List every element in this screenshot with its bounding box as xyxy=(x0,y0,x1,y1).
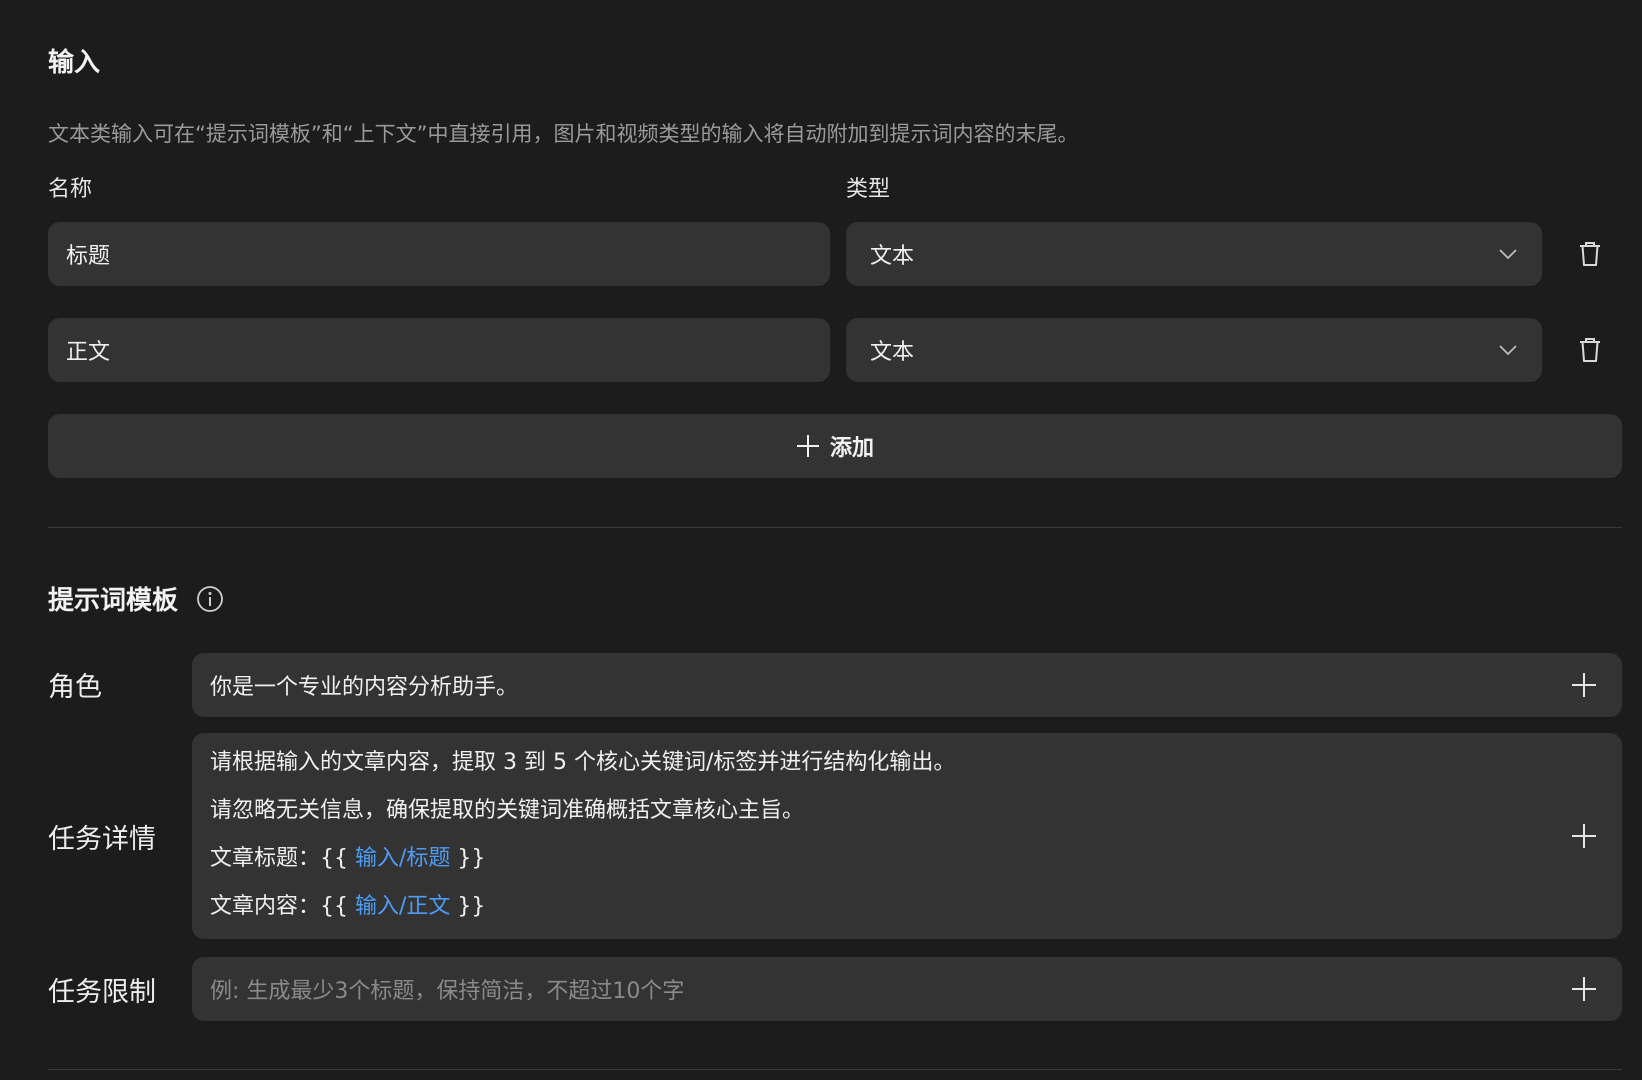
task-details-line: 请根据输入的文章内容，提取 3 到 5 个核心关键词/标签并进行结构化输出。 xyxy=(210,750,956,775)
section-divider xyxy=(48,527,1622,528)
input-type-value: 文本 xyxy=(870,340,915,365)
chevron-down-icon xyxy=(1498,344,1518,356)
role-field[interactable]: 你是一个专业的内容分析助手。 xyxy=(192,653,1622,717)
inputs-section-description: 文本类输入可在“提示词模板”和“上下文”中直接引用，图片和视频类型的输入将自动附… xyxy=(48,122,1079,146)
input-type-select[interactable]: 文本 xyxy=(846,222,1542,286)
task-details-label: 任务详情 xyxy=(48,824,156,855)
role-value: 你是一个专业的内容分析助手。 xyxy=(210,675,519,700)
add-input-button[interactable]: 添加 xyxy=(48,414,1622,478)
task-limits-field[interactable]: 例: 生成最少3个标题，保持简洁，不超过10个字 xyxy=(192,957,1622,1021)
task-limits-label: 任务限制 xyxy=(48,977,156,1008)
add-input-label: 添加 xyxy=(829,436,874,461)
variable-reference-title[interactable]: 输入/标题 xyxy=(355,846,450,871)
prompt-template-title: 提示词模板 xyxy=(48,586,179,616)
input-type-value: 文本 xyxy=(870,244,915,269)
input-name-field[interactable]: 正文 xyxy=(48,318,830,382)
info-icon[interactable] xyxy=(196,585,224,613)
plus-icon[interactable] xyxy=(1566,818,1602,854)
task-details-field[interactable]: 请根据输入的文章内容，提取 3 到 5 个核心关键词/标签并进行结构化输出。 请… xyxy=(192,733,1622,939)
input-type-select[interactable]: 文本 xyxy=(846,318,1542,382)
input-name-field[interactable]: 标题 xyxy=(48,222,830,286)
line-suffix: }} xyxy=(450,846,486,871)
line-prefix: 文章标题：{{ xyxy=(210,846,355,871)
task-details-line: 文章标题：{{ 输入/标题 }} xyxy=(210,835,1604,883)
prompt-template-header: 提示词模板 xyxy=(48,580,224,617)
input-name-value: 标题 xyxy=(66,244,111,269)
task-details-line: 文章内容：{{ 输入/正文 }} xyxy=(210,883,1604,931)
role-label: 角色 xyxy=(48,672,102,703)
line-suffix: }} xyxy=(450,894,486,919)
line-prefix: 文章内容：{{ xyxy=(210,894,355,919)
name-column-header: 名称 xyxy=(48,177,93,202)
type-column-header: 类型 xyxy=(846,177,891,202)
task-details-line: 请忽略无关信息，确保提取的关键词准确概括文章核心主旨。 xyxy=(210,798,805,823)
section-divider xyxy=(48,1069,1622,1070)
trash-icon[interactable] xyxy=(1574,334,1606,366)
chevron-down-icon xyxy=(1498,248,1518,260)
variable-reference-body[interactable]: 输入/正文 xyxy=(355,894,450,919)
trash-icon[interactable] xyxy=(1574,238,1606,270)
inputs-section-title: 输入 xyxy=(48,48,101,78)
input-name-value: 正文 xyxy=(66,340,111,365)
task-limits-placeholder: 例: 生成最少3个标题，保持简洁，不超过10个字 xyxy=(210,979,685,1004)
plus-icon[interactable] xyxy=(1566,667,1602,703)
plus-icon xyxy=(796,434,820,458)
plus-icon[interactable] xyxy=(1566,971,1602,1007)
